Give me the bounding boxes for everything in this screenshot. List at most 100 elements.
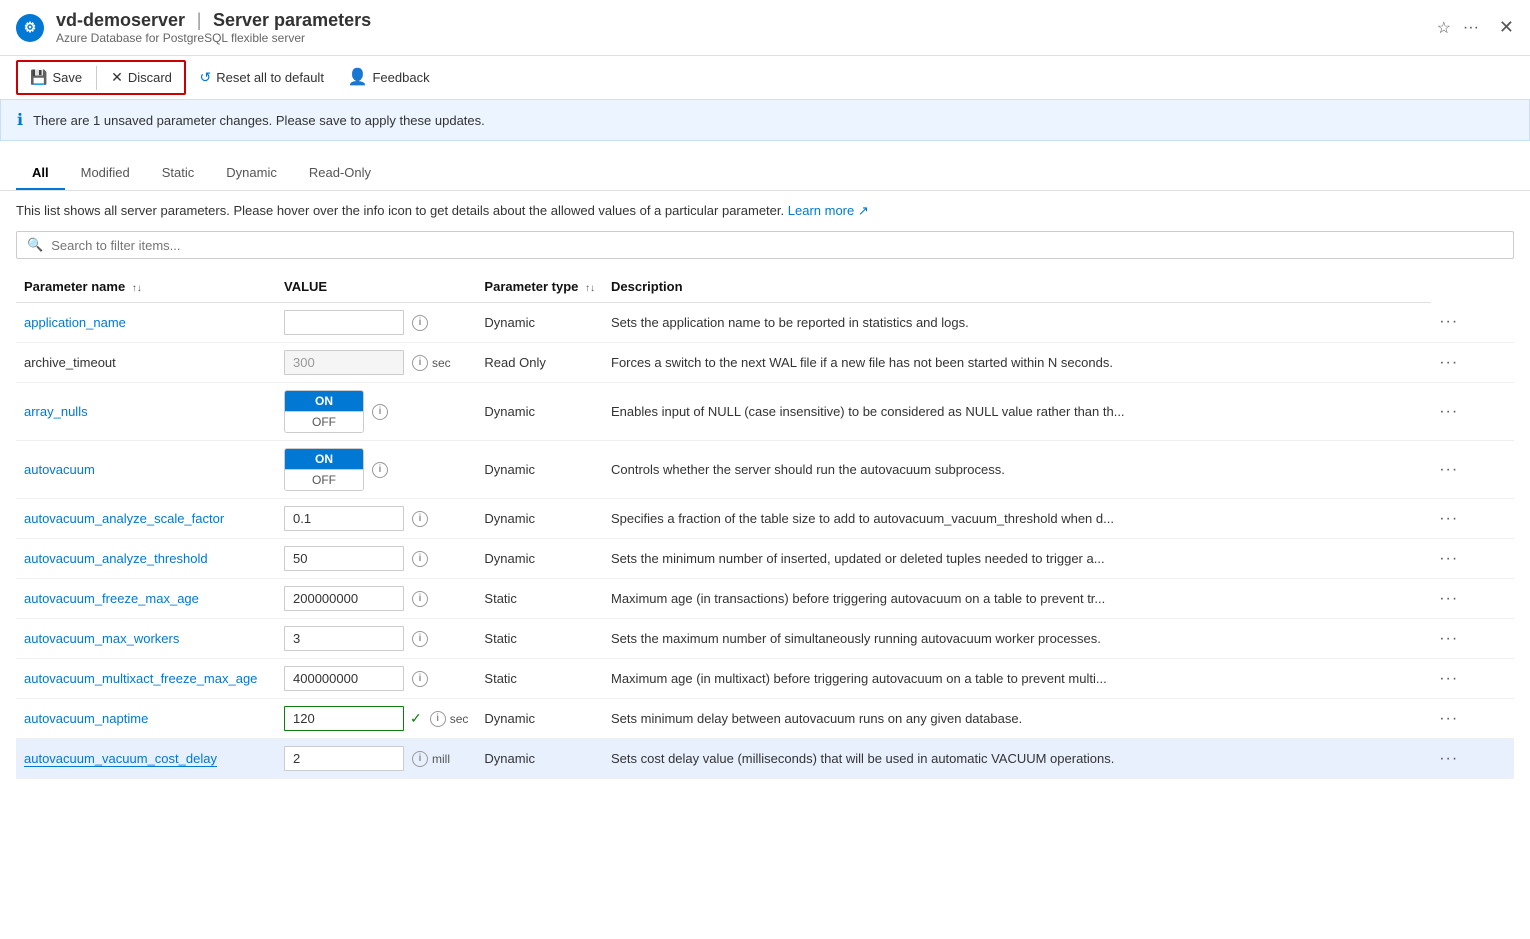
more-options-icon[interactable]: ··· [1439, 461, 1458, 478]
param-link[interactable]: application_name [24, 315, 126, 330]
param-desc-cell: Sets the minimum number of inserted, upd… [603, 539, 1431, 579]
header-right-actions: ☆ ··· ✕ [1437, 17, 1514, 38]
info-circle-icon[interactable]: i [412, 671, 428, 687]
param-more-cell: ··· [1431, 739, 1514, 779]
value-input[interactable] [284, 626, 404, 651]
info-circle-icon[interactable]: i [372, 404, 388, 420]
tab-static[interactable]: Static [146, 157, 211, 190]
toolbar-save-discard-box: 💾 Save ✕ Discard [16, 60, 186, 95]
search-input[interactable] [51, 238, 1503, 253]
reset-button[interactable]: ↺ Reset all to default [190, 64, 334, 91]
discard-icon: ✕ [111, 69, 123, 86]
param-link[interactable]: autovacuum_vacuum_cost_delay [24, 751, 217, 767]
feedback-button[interactable]: 👤 Feedback [338, 62, 440, 92]
toggle-array-nulls[interactable]: ON OFF [284, 390, 364, 433]
param-link[interactable]: autovacuum [24, 462, 95, 477]
param-desc-cell: Forces a switch to the next WAL file if … [603, 343, 1431, 383]
param-value-cell: i [276, 619, 476, 659]
value-input[interactable] [284, 666, 404, 691]
value-input[interactable] [284, 746, 404, 771]
favorite-icon[interactable]: ☆ [1437, 18, 1451, 38]
sort-param-type-icon[interactable]: ↑↓ [585, 283, 595, 294]
param-link[interactable]: autovacuum_analyze_threshold [24, 551, 208, 566]
param-type-cell: Dynamic [476, 303, 603, 343]
tab-readonly[interactable]: Read-Only [293, 157, 387, 190]
toolbar-wrapper: 💾 Save ✕ Discard ↺ Reset all to default … [0, 56, 1530, 99]
valid-check-icon: ✓ [410, 710, 422, 727]
more-options-icon[interactable]: ··· [1439, 590, 1458, 607]
toggle-on-label[interactable]: ON [285, 449, 363, 469]
param-value-cell: i [276, 499, 476, 539]
value-input[interactable] [284, 586, 404, 611]
save-button[interactable]: 💾 Save [20, 64, 92, 91]
param-name-cell: autovacuum_analyze_scale_factor [16, 499, 276, 539]
table-container: Parameter name ↑↓ VALUE Parameter type ↑… [0, 271, 1530, 779]
info-circle-icon[interactable]: i [372, 462, 388, 478]
param-type-cell: Static [476, 659, 603, 699]
table-row: autovacuum_multixact_freeze_max_age i St… [16, 659, 1514, 699]
info-icon: ℹ [17, 110, 23, 130]
tab-modified[interactable]: Modified [65, 157, 146, 190]
table-header: Parameter name ↑↓ VALUE Parameter type ↑… [16, 271, 1514, 303]
param-more-cell: ··· [1431, 343, 1514, 383]
param-value-cell: i [276, 659, 476, 699]
param-desc-cell: Maximum age (in multixact) before trigge… [603, 659, 1431, 699]
col-header-param-name[interactable]: Parameter name ↑↓ [16, 271, 276, 303]
more-options-icon[interactable]: ··· [1439, 510, 1458, 527]
param-link[interactable]: array_nulls [24, 404, 88, 419]
tab-all[interactable]: All [16, 157, 65, 190]
info-circle-icon[interactable]: i [430, 711, 446, 727]
more-options-icon[interactable]: ··· [1463, 19, 1479, 37]
info-message: There are 1 unsaved parameter changes. P… [33, 113, 485, 128]
param-type-cell: Dynamic [476, 699, 603, 739]
header-subtitle: Azure Database for PostgreSQL flexible s… [56, 31, 305, 45]
param-link[interactable]: autovacuum_multixact_freeze_max_age [24, 671, 257, 686]
tab-dynamic[interactable]: Dynamic [210, 157, 293, 190]
info-circle-icon[interactable]: i [412, 591, 428, 607]
param-name-cell: autovacuum_multixact_freeze_max_age [16, 659, 276, 699]
header-page-title: Server parameters [213, 10, 371, 30]
more-options-icon[interactable]: ··· [1439, 750, 1458, 767]
more-options-icon[interactable]: ··· [1439, 630, 1458, 647]
toggle-autovacuum[interactable]: ON OFF [284, 448, 364, 491]
param-value-cell: ON OFF i [276, 441, 476, 499]
discard-button[interactable]: ✕ Discard [101, 64, 182, 91]
description-body: This list shows all server parameters. P… [16, 203, 784, 218]
more-options-icon[interactable]: ··· [1439, 710, 1458, 727]
table-row: autovacuum_naptime ✓ i sec Dynamic Sets … [16, 699, 1514, 739]
info-circle-icon[interactable]: i [412, 551, 428, 567]
toggle-off-label[interactable]: OFF [285, 469, 363, 490]
value-input[interactable] [284, 506, 404, 531]
param-link[interactable]: autovacuum_naptime [24, 711, 148, 726]
info-circle-icon[interactable]: i [412, 355, 428, 371]
value-input[interactable] [284, 546, 404, 571]
param-name-cell: autovacuum_vacuum_cost_delay [16, 739, 276, 779]
toggle-on-label[interactable]: ON [285, 391, 363, 411]
param-name-cell: autovacuum_max_workers [16, 619, 276, 659]
param-link[interactable]: autovacuum_freeze_max_age [24, 591, 199, 606]
close-icon[interactable]: ✕ [1499, 17, 1514, 38]
learn-more-link[interactable]: Learn more ↗ [788, 203, 869, 218]
param-link[interactable]: autovacuum_analyze_scale_factor [24, 511, 224, 526]
reset-label: Reset all to default [216, 70, 324, 85]
sort-param-name-icon[interactable]: ↑↓ [132, 283, 142, 294]
info-circle-icon[interactable]: i [412, 751, 428, 767]
info-circle-icon[interactable]: i [412, 631, 428, 647]
description-text: This list shows all server parameters. P… [0, 203, 1530, 231]
table-row: autovacuum_max_workers i Static Sets the… [16, 619, 1514, 659]
more-options-icon[interactable]: ··· [1439, 403, 1458, 420]
info-circle-icon[interactable]: i [412, 315, 428, 331]
param-desc-cell: Sets cost delay value (milliseconds) tha… [603, 739, 1431, 779]
more-options-icon[interactable]: ··· [1439, 354, 1458, 371]
toggle-off-label[interactable]: OFF [285, 411, 363, 432]
param-name-cell: autovacuum_freeze_max_age [16, 579, 276, 619]
more-options-icon[interactable]: ··· [1439, 670, 1458, 687]
col-header-param-type[interactable]: Parameter type ↑↓ [476, 271, 603, 303]
param-link[interactable]: autovacuum_max_workers [24, 631, 179, 646]
more-options-icon[interactable]: ··· [1439, 313, 1458, 330]
more-options-icon[interactable]: ··· [1439, 550, 1458, 567]
info-circle-icon[interactable]: i [412, 511, 428, 527]
value-input[interactable] [284, 310, 404, 335]
value-input[interactable] [284, 706, 404, 731]
unit-text: sec [450, 712, 469, 726]
